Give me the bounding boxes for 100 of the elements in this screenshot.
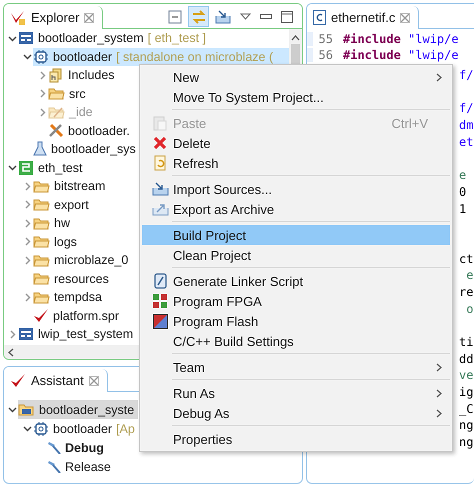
code-text: et: [459, 134, 474, 150]
menu-item[interactable]: Move To System Project...: [142, 87, 450, 107]
explorer-icon: [10, 10, 26, 26]
menu-item[interactable]: Properties: [142, 429, 450, 449]
code-text: ig: [459, 384, 474, 401]
close-icon: [84, 12, 94, 22]
folder-icon: [48, 104, 65, 120]
import-icon: [152, 182, 168, 196]
menu-item[interactable]: Import Sources...: [142, 179, 450, 199]
tree-item[interactable]: export: [33, 196, 93, 214]
menu-item[interactable]: Debug As: [142, 403, 450, 423]
line-number: 55: [307, 32, 343, 46]
code-text: e: [465, 267, 474, 284]
chip-icon: [33, 48, 49, 65]
menu-item[interactable]: Build Project: [142, 225, 450, 245]
hammer-icon: [48, 460, 61, 473]
editor-tab[interactable]: ethernetif.c: [331, 10, 396, 25]
tree-item[interactable]: bitstream: [33, 177, 110, 196]
includes-icon: [48, 67, 64, 84]
scroll-left-icon: [8, 348, 14, 356]
menu-item[interactable]: Delete: [142, 133, 450, 153]
code-text: o: [465, 300, 474, 318]
maximize-icon: [281, 10, 293, 22]
clipboard-icon: [153, 115, 167, 131]
code-text: f/: [459, 67, 474, 84]
collapse-all-icon: [168, 10, 182, 24]
tree-item[interactable]: platform.spr: [33, 306, 123, 325]
view-menu-icon: [240, 13, 250, 20]
flash-icon: [152, 314, 168, 328]
code-text: ct: [459, 250, 474, 268]
menu-item[interactable]: Refresh: [142, 153, 450, 173]
folder-icon: [33, 216, 50, 231]
tree-item[interactable]: Debug: [48, 438, 108, 457]
minimize-icon: [260, 14, 272, 19]
system-icon: [18, 30, 34, 46]
export-icon: [152, 202, 168, 216]
close-icon: [88, 376, 99, 386]
code-text: e: [459, 167, 468, 184]
menu-item[interactable]: New: [142, 67, 450, 87]
tree-item[interactable]: eth_test: [18, 158, 86, 177]
folder-icon: [33, 252, 50, 268]
delete-icon: [153, 136, 167, 150]
folder-icon: [48, 86, 65, 102]
code-text: ng: [459, 434, 474, 451]
tree-item[interactable]: bootloader: [33, 419, 116, 438]
menu-item[interactable]: Team: [142, 357, 450, 377]
folder-icon: [33, 197, 50, 212]
folder-icon: [18, 402, 35, 417]
c-file-icon: [313, 10, 326, 25]
menu-item[interactable]: Export as Archive: [142, 199, 450, 219]
refresh-icon: [152, 155, 168, 171]
tools-icon: [48, 122, 64, 139]
project-note: [ eth_test ]: [148, 30, 207, 48]
chip-icon: [33, 420, 49, 436]
close-icon: [400, 12, 410, 22]
tree-item[interactable]: bootloader.: [48, 122, 134, 140]
menu-item[interactable]: Run As: [142, 383, 450, 403]
platform-icon: [18, 160, 34, 176]
project-note: [ standalone on microblaze (: [116, 48, 289, 66]
check-mark-icon: [33, 308, 49, 324]
code-text: 1: [459, 200, 468, 218]
code-line: #include "lwip/e: [343, 48, 459, 62]
tree-item[interactable]: bootloader_syste: [18, 400, 138, 419]
assistant-tab[interactable]: Assistant: [31, 373, 84, 388]
flask-icon: [33, 141, 47, 158]
tree-item[interactable]: logs: [33, 232, 81, 251]
document-icon: [152, 273, 168, 289]
hammer-icon: [48, 441, 61, 454]
tree-item[interactable]: tempdsa: [33, 288, 106, 306]
menu-item[interactable]: Clean Project: [142, 245, 450, 265]
code-text: dd: [459, 350, 474, 368]
explorer-tab[interactable]: Explorer: [31, 10, 80, 25]
code-text: ve: [459, 367, 474, 384]
circuit-blocks-icon: [152, 293, 168, 309]
tree-item[interactable]: microblaze_0: [33, 251, 132, 270]
folder-icon: [33, 290, 50, 305]
tree-item[interactable]: resources: [33, 270, 113, 288]
tree-item[interactable]: bootloader: [33, 48, 116, 66]
tree-item[interactable]: src: [48, 84, 90, 103]
menu-item[interactable]: C/C++ Build Settings: [142, 331, 450, 351]
menu-item[interactable]: Program FPGA: [142, 291, 450, 311]
folder-icon: [33, 178, 50, 194]
tree-item[interactable]: lwip_test_system: [18, 325, 138, 344]
code-text: ti: [459, 334, 474, 351]
code-text: _C: [459, 400, 474, 418]
tree-item[interactable]: Release: [48, 457, 115, 476]
scroll-up-icon: [291, 35, 300, 41]
menu-item[interactable]: Program Flash: [142, 311, 450, 331]
code-line: #include "lwip/e: [343, 32, 459, 46]
folder-icon: [33, 234, 50, 250]
tree-item[interactable]: hw: [33, 214, 74, 232]
scrollbar-thumb[interactable]: [291, 44, 300, 66]
tree-item[interactable]: Includes: [48, 66, 119, 84]
code-text: dm: [459, 117, 474, 134]
tree-item[interactable]: bootloader_sys: [33, 140, 140, 158]
check-mark-icon: [10, 372, 26, 388]
menu-item[interactable]: Generate Linker Script: [142, 271, 450, 291]
code-text: ng: [459, 417, 474, 434]
code-text: f/: [459, 100, 474, 118]
tree-item[interactable]: bootloader_system: [18, 29, 148, 48]
